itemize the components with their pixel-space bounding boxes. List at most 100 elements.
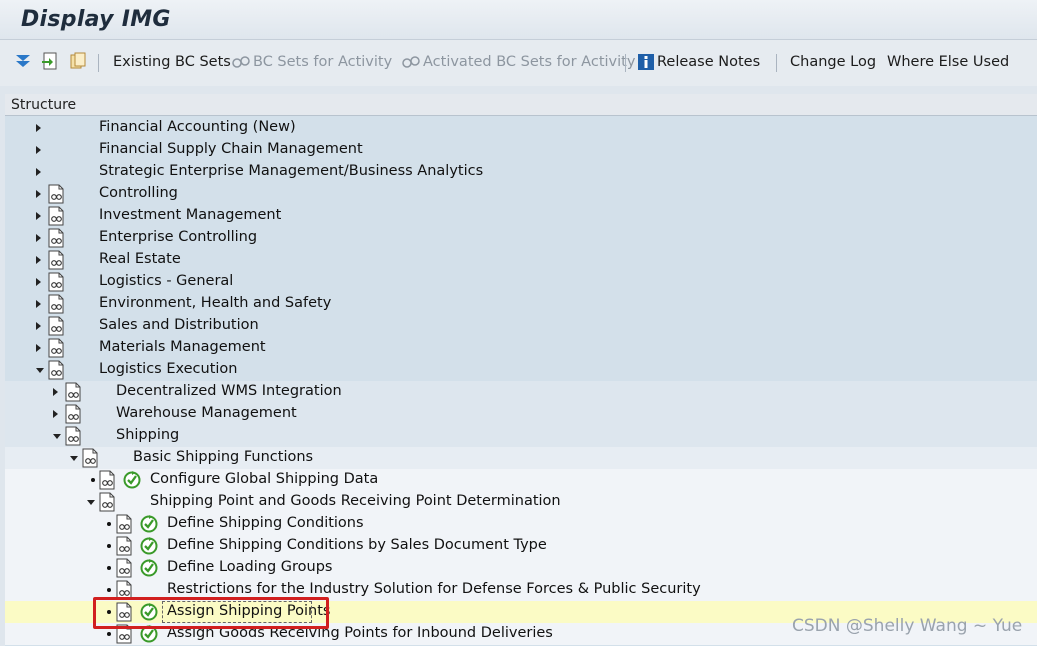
tree-node[interactable]: Logistics Execution	[5, 359, 1037, 381]
execute-activity-icon[interactable]	[139, 536, 159, 556]
collapse-arrow-icon[interactable]	[36, 368, 44, 373]
expand-all-icon[interactable]	[13, 51, 33, 71]
collapse-arrow-icon[interactable]	[70, 456, 78, 461]
documentation-icon[interactable]	[115, 558, 133, 578]
tree-node[interactable]: Define Loading Groups	[5, 557, 1037, 579]
expand-arrow-icon[interactable]	[36, 256, 41, 264]
tree-node-label: Warehouse Management	[116, 405, 297, 421]
tree-node[interactable]: Decentralized WMS Integration	[5, 381, 1037, 403]
watermark: CSDN @Shelly Wang ~ Yue	[792, 616, 1023, 636]
tree-node-label: Real Estate	[99, 251, 181, 267]
leaf-bullet-icon	[107, 544, 111, 548]
expand-arrow-icon[interactable]	[53, 388, 58, 396]
tree-node-label: Restrictions for the Industry Solution f…	[167, 581, 701, 597]
tree-node[interactable]: Basic Shipping Functions	[5, 447, 1037, 469]
bc-sets-for-activity-button[interactable]: BC Sets for Activity	[231, 52, 392, 72]
existing-bc-sets-button[interactable]: Existing BC Sets	[113, 52, 231, 72]
tree-node-label: Define Shipping Conditions	[167, 515, 364, 531]
tree-node[interactable]: Investment Management	[5, 205, 1037, 227]
documentation-icon[interactable]	[47, 360, 65, 380]
toolbar-separator	[98, 54, 99, 72]
title-bar: Display IMG	[0, 0, 1037, 40]
documentation-icon[interactable]	[47, 228, 65, 248]
documentation-icon[interactable]	[47, 206, 65, 226]
documentation-icon[interactable]	[47, 184, 65, 204]
documentation-icon[interactable]	[98, 470, 116, 490]
where-else-used-button[interactable]: Where Else Used	[887, 52, 1009, 72]
activated-bc-sets-button[interactable]: Activated BC Sets for Activity	[401, 52, 635, 72]
tree-node[interactable]: Logistics - General	[5, 271, 1037, 293]
release-notes-button[interactable]: Release Notes	[637, 52, 760, 72]
tree-node[interactable]: Environment, Health and Safety	[5, 293, 1037, 315]
activated-bc-sets-label: Activated BC Sets for Activity	[423, 54, 636, 70]
expand-arrow-icon[interactable]	[36, 344, 41, 352]
tree-node-label: Shipping Point and Goods Receiving Point…	[150, 493, 561, 509]
documentation-icon[interactable]	[81, 448, 99, 468]
tree-node-label: Define Shipping Conditions by Sales Docu…	[167, 537, 547, 553]
documentation-icon[interactable]	[64, 426, 82, 446]
tree-node-label: Enterprise Controlling	[99, 229, 258, 245]
execute-activity-icon[interactable]	[139, 558, 159, 578]
documentation-icon[interactable]	[98, 492, 116, 512]
where-else-used-label: Where Else Used	[887, 54, 1010, 70]
bc-sets-for-activity-label: BC Sets for Activity	[253, 54, 393, 70]
tree-node[interactable]: Real Estate	[5, 249, 1037, 271]
tree-node[interactable]: Define Shipping Conditions	[5, 513, 1037, 535]
execute-activity-icon[interactable]	[122, 470, 142, 490]
expand-arrow-icon[interactable]	[36, 168, 41, 176]
tree-node-label: Financial Supply Chain Management	[99, 141, 363, 157]
tree-node[interactable]: Warehouse Management	[5, 403, 1037, 425]
documentation-icon[interactable]	[47, 338, 65, 358]
documentation-icon[interactable]	[115, 536, 133, 556]
tree-node[interactable]: Shipping Point and Goods Receiving Point…	[5, 491, 1037, 513]
tree-node[interactable]: Shipping	[5, 425, 1037, 447]
bc-sets-icon	[402, 56, 420, 68]
expand-arrow-icon[interactable]	[36, 146, 41, 154]
leaf-bullet-icon	[107, 522, 111, 526]
expand-arrow-icon[interactable]	[36, 234, 41, 242]
execute-activity-icon[interactable]	[139, 514, 159, 534]
tree-node[interactable]: Define Shipping Conditions by Sales Docu…	[5, 535, 1037, 557]
bc-sets-icon	[232, 56, 250, 68]
documentation-icon[interactable]	[47, 316, 65, 336]
documentation-icon[interactable]	[64, 404, 82, 424]
copy-icon[interactable]	[68, 51, 88, 71]
expand-arrow-icon[interactable]	[53, 410, 58, 418]
expand-arrow-icon[interactable]	[36, 190, 41, 198]
tree-node-label: Controlling	[99, 185, 178, 201]
tree-node-label: Materials Management	[99, 339, 266, 355]
tree-node[interactable]: Controlling	[5, 183, 1037, 205]
documentation-icon[interactable]	[64, 382, 82, 402]
tree-node[interactable]: Strategic Enterprise Management/Business…	[5, 161, 1037, 183]
expand-arrow-icon[interactable]	[36, 278, 41, 286]
change-log-button[interactable]: Change Log	[790, 52, 876, 72]
tree-node-label: Environment, Health and Safety	[99, 295, 332, 311]
info-icon	[638, 54, 654, 70]
tree-node[interactable]: Financial Accounting (New)	[5, 117, 1037, 139]
tree-node-label: Shipping	[116, 427, 180, 443]
expand-arrow-icon[interactable]	[36, 300, 41, 308]
tree-node[interactable]: Configure Global Shipping Data	[5, 469, 1037, 491]
documentation-icon[interactable]	[115, 514, 133, 534]
change-log-label: Change Log	[790, 54, 877, 70]
documentation-icon[interactable]	[47, 250, 65, 270]
leaf-bullet-icon	[91, 478, 95, 482]
leaf-bullet-icon	[107, 632, 111, 636]
structure-header: Structure	[5, 94, 1037, 116]
expand-arrow-icon[interactable]	[36, 322, 41, 330]
tree-node-label: Decentralized WMS Integration	[116, 383, 342, 399]
expand-arrow-icon[interactable]	[36, 212, 41, 220]
documentation-icon[interactable]	[47, 294, 65, 314]
tree-node[interactable]: Enterprise Controlling	[5, 227, 1037, 249]
tree-node-label: Investment Management	[99, 207, 282, 223]
collapse-arrow-icon[interactable]	[53, 434, 61, 439]
existing-bc-sets-label: Existing BC Sets	[113, 54, 231, 70]
tree-node[interactable]: Sales and Distribution	[5, 315, 1037, 337]
tree-node[interactable]: Financial Supply Chain Management	[5, 139, 1037, 161]
documentation-icon[interactable]	[47, 272, 65, 292]
collapse-arrow-icon[interactable]	[87, 500, 95, 505]
application-toolbar: Existing BC Sets BC Sets for Activity Ac…	[0, 40, 1037, 86]
tree-node[interactable]: Materials Management	[5, 337, 1037, 359]
expand-arrow-icon[interactable]	[36, 124, 41, 132]
execute-icon[interactable]	[40, 51, 60, 71]
